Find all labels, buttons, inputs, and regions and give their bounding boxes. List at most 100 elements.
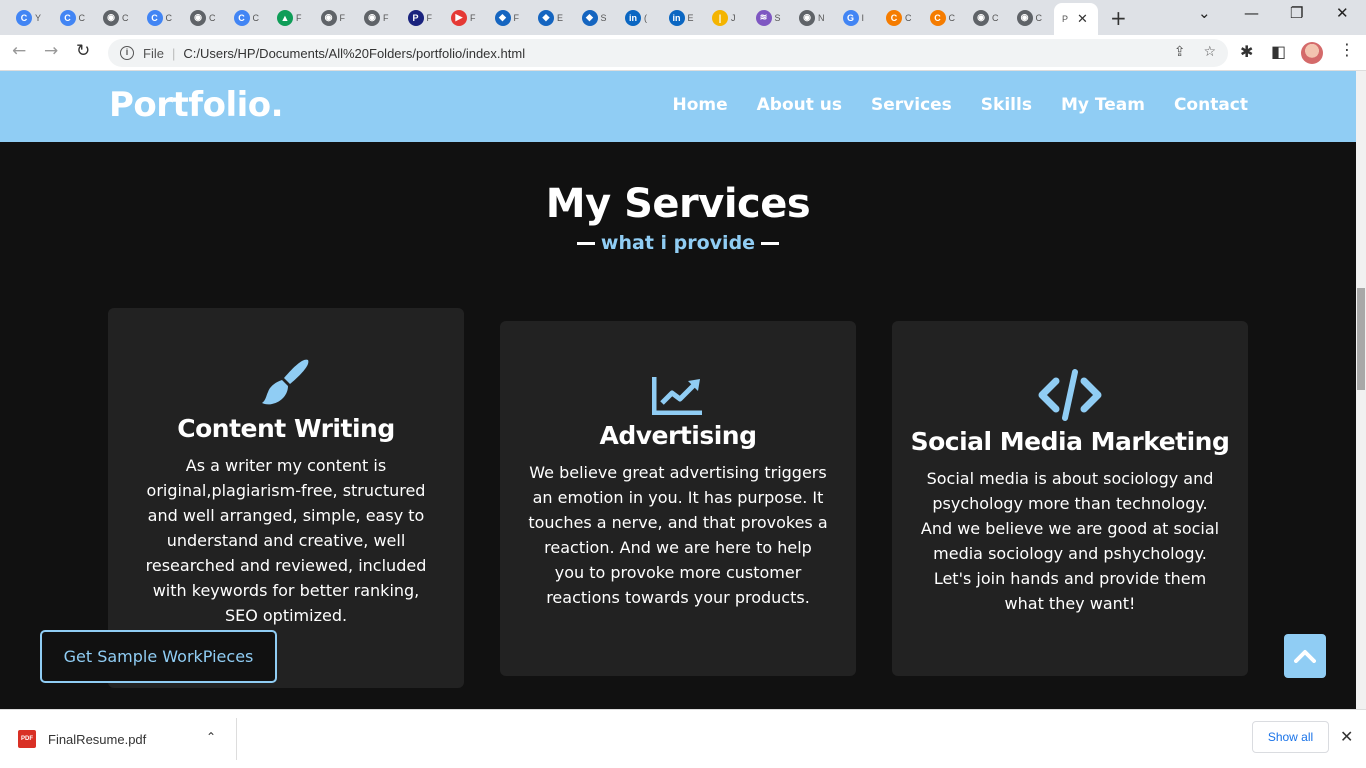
- tab-active-label: P: [1062, 14, 1069, 24]
- section-subtitle: what i provide: [0, 232, 1356, 254]
- maximize-button[interactable]: ❐: [1290, 4, 1303, 22]
- nav-team[interactable]: My Team: [1061, 95, 1145, 115]
- tab-favicon-icon: C: [16, 9, 32, 26]
- tab-label: F: [339, 12, 346, 23]
- close-shelf-icon[interactable]: ✕: [1340, 727, 1353, 746]
- tab-favicon-icon: ≋: [755, 9, 772, 26]
- omnibox-separator: |: [171, 45, 176, 61]
- nav-about[interactable]: About us: [757, 95, 842, 115]
- browser-tab[interactable]: ◉ F: [356, 4, 398, 31]
- nav-home[interactable]: Home: [672, 95, 727, 115]
- browser-tab[interactable]: CC: [139, 4, 181, 31]
- service-card-advertising: Advertising We believe great advertising…: [500, 321, 856, 676]
- tab-favicon-icon: ◉: [973, 9, 989, 26]
- browser-tab[interactable]: ▶ F: [443, 4, 485, 31]
- new-tab-button[interactable]: +: [1110, 6, 1127, 30]
- tab-favicon-icon: C: [929, 9, 946, 26]
- browser-tab[interactable]: ◉ F: [313, 4, 355, 31]
- side-panel-icon[interactable]: ◧: [1271, 42, 1286, 61]
- download-shelf: PDF FinalResume.pdf ⌃ Show all ✕: [0, 709, 1366, 768]
- tab-favicon-icon: ◉: [190, 9, 206, 26]
- browser-tab[interactable]: ≋ S: [748, 4, 790, 31]
- reload-button[interactable]: ↻: [76, 41, 90, 61]
- service-title: Social Media Marketing: [910, 427, 1230, 456]
- tab-label: C: [905, 12, 912, 23]
- site-logo[interactable]: Portfolio.: [109, 85, 284, 125]
- subtitle-text: what i provide: [600, 232, 756, 254]
- chevron-up-icon[interactable]: ⌃: [206, 730, 216, 744]
- bookmark-star-icon[interactable]: ☆: [1203, 44, 1216, 60]
- browser-tab[interactable]: in(: [617, 4, 659, 31]
- tab-favicon-icon: ◉: [320, 9, 337, 26]
- tab-label: C: [209, 12, 216, 23]
- close-tab-icon[interactable]: ✕: [1077, 11, 1088, 27]
- profile-avatar[interactable]: [1301, 42, 1323, 64]
- browser-tab[interactable]: ◉ N: [791, 4, 833, 31]
- service-description: We believe great advertising triggers an…: [528, 463, 828, 607]
- extensions-icon[interactable]: ✱: [1240, 42, 1253, 61]
- info-icon[interactable]: i: [120, 46, 134, 60]
- browser-tab[interactable]: | J: [704, 4, 746, 31]
- nav-services[interactable]: Services: [871, 95, 952, 115]
- browser-tab[interactable]: CC: [922, 4, 964, 31]
- browser-tab[interactable]: GI: [835, 4, 877, 31]
- browser-tab[interactable]: PF: [400, 4, 442, 31]
- scrollbar-thumb[interactable]: [1357, 288, 1365, 390]
- nav-skills[interactable]: Skills: [981, 95, 1032, 115]
- browser-tab[interactable]: ◆ S: [574, 4, 616, 31]
- tab-label: F: [296, 12, 302, 23]
- tab-favicon-icon: ◉: [799, 9, 815, 26]
- tab-favicon-icon: |: [712, 9, 728, 26]
- tab-label: F: [470, 12, 476, 23]
- service-description: As a writer my content is original,plagi…: [145, 456, 427, 625]
- forward-button[interactable]: →: [44, 41, 58, 61]
- chevron-up-icon: [1294, 650, 1316, 663]
- tab-favicon-icon: in: [625, 9, 641, 26]
- service-title: Content Writing: [177, 414, 395, 443]
- tab-favicon-icon: P: [407, 9, 424, 26]
- browser-tab[interactable]: CC: [226, 4, 268, 31]
- tab-favicon-icon: ◉: [364, 9, 380, 26]
- browser-tab[interactable]: ▲ F: [269, 4, 311, 31]
- download-filename[interactable]: FinalResume.pdf: [48, 732, 146, 747]
- browser-tab[interactable]: CC: [52, 4, 94, 31]
- back-button[interactable]: ←: [12, 41, 26, 61]
- show-all-button[interactable]: Show all: [1252, 721, 1329, 753]
- browser-tab[interactable]: ◉ C: [1009, 4, 1051, 31]
- minimize-button[interactable]: —: [1244, 4, 1259, 22]
- browser-tab[interactable]: ◉ C: [182, 4, 224, 31]
- tab-favicon-icon: ◆: [581, 9, 598, 26]
- tab-label: S: [600, 12, 607, 23]
- tab-active[interactable]: P ✕: [1054, 3, 1098, 35]
- tab-label: C: [165, 12, 173, 23]
- scroll-to-top-button[interactable]: [1284, 634, 1326, 678]
- tab-label: S: [774, 12, 781, 23]
- browser-tab[interactable]: in E: [661, 4, 703, 31]
- get-sample-workpieces-button[interactable]: Get Sample WorkPieces: [40, 630, 277, 683]
- share-icon[interactable]: ⇪: [1174, 44, 1186, 60]
- page-scrollbar[interactable]: [1356, 71, 1366, 709]
- menu-kebab-icon[interactable]: ⋮: [1339, 40, 1355, 59]
- tab-favicon-icon: ◉: [103, 9, 119, 26]
- page-viewport: Portfolio. Home About us Services Skills…: [0, 71, 1356, 709]
- browser-tab[interactable]: ◆ F: [487, 4, 529, 31]
- tab-favicon-icon: C: [886, 9, 902, 26]
- download-item[interactable]: PDF FinalResume.pdf: [18, 730, 146, 748]
- browser-tab[interactable]: CC: [878, 4, 920, 31]
- browser-tab[interactable]: ◆ E: [530, 4, 572, 31]
- tab-label: C: [78, 12, 86, 23]
- tab-label: F: [426, 12, 433, 23]
- site-menu: Home About us Services Skills My Team Co…: [672, 95, 1248, 115]
- address-bar[interactable]: i File | C:/Users/HP/Documents/All%20Fol…: [108, 39, 1228, 67]
- file-label: File: [143, 45, 164, 61]
- tab-favicon-icon: G: [842, 9, 859, 26]
- url-text[interactable]: C:/Users/HP/Documents/All%20Folders/port…: [183, 46, 525, 61]
- nav-contact[interactable]: Contact: [1174, 95, 1248, 115]
- close-window-button[interactable]: ✕: [1336, 4, 1349, 22]
- tab-search-icon[interactable]: ⌄: [1198, 4, 1211, 22]
- chart-line-icon: [500, 375, 856, 415]
- tab-label: I: [861, 12, 865, 23]
- browser-tab[interactable]: CY: [8, 4, 50, 31]
- browser-tab[interactable]: ◉ C: [95, 4, 137, 31]
- browser-tab[interactable]: ◉ C: [965, 4, 1007, 31]
